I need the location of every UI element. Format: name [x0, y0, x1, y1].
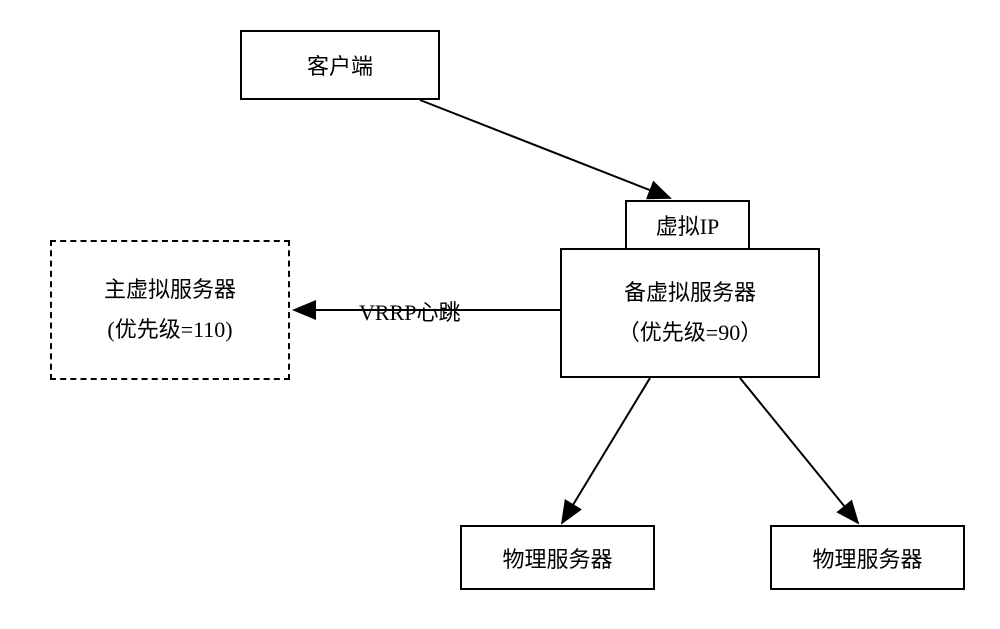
edge-backup-to-phys-left: [562, 378, 650, 523]
backup-server-label-2: （优先级=90）: [618, 313, 762, 353]
client-label: 客户端: [307, 49, 373, 81]
physical-server-right-node: 物理服务器: [770, 525, 965, 590]
master-virtual-server-node: 主虚拟服务器 (优先级=110): [50, 240, 290, 380]
backup-server-label-1: 备虚拟服务器: [624, 273, 756, 313]
edge-client-to-virtualip: [420, 100, 670, 198]
master-server-label-1: 主虚拟服务器: [104, 270, 236, 310]
physical-server-left-node: 物理服务器: [460, 525, 655, 590]
edge-backup-to-phys-right: [740, 378, 858, 523]
physical-server-right-label: 物理服务器: [812, 542, 922, 574]
virtual-ip-node: 虚拟IP: [625, 200, 750, 250]
heartbeat-edge-label: VRRP心跳: [355, 295, 464, 327]
physical-server-left-label: 物理服务器: [502, 542, 612, 574]
client-node: 客户端: [240, 30, 440, 100]
backup-virtual-server-node: 备虚拟服务器 （优先级=90）: [560, 248, 820, 378]
virtual-ip-label: 虚拟IP: [656, 209, 720, 241]
master-server-label-2: (优先级=110): [107, 310, 232, 350]
